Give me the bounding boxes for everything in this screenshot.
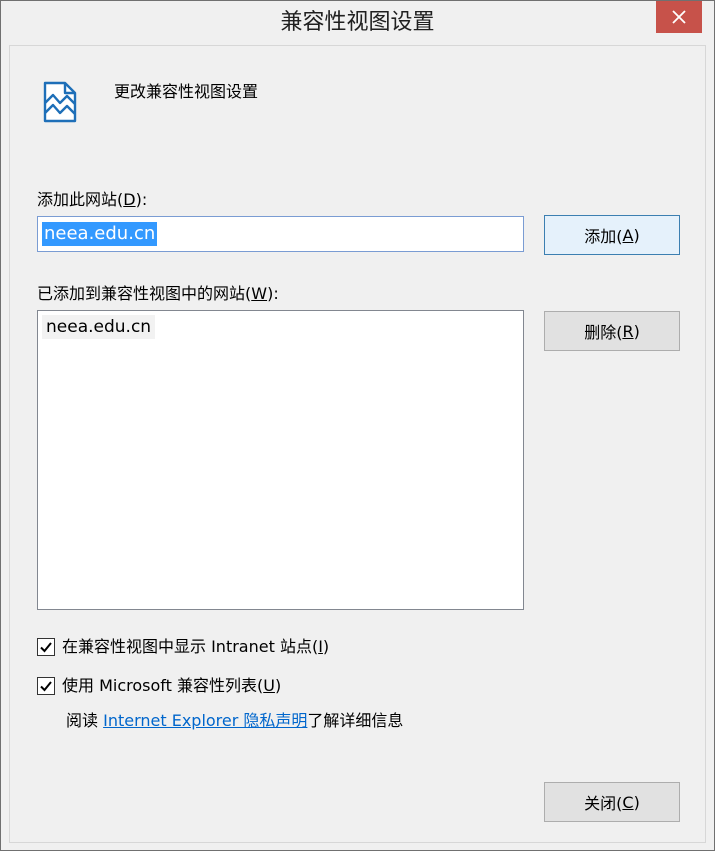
checkmark-icon [40, 642, 52, 653]
header-text: 更改兼容性视图设置 [114, 82, 259, 101]
added-sites-list[interactable]: neea.edu.cn [37, 310, 524, 610]
window-close-button[interactable] [656, 1, 702, 33]
ms-list-option[interactable]: 使用 Microsoft 兼容性列表(U) [37, 675, 281, 697]
dialog-title: 兼容性视图设置 [280, 10, 435, 35]
intranet-option[interactable]: 在兼容性视图中显示 Intranet 站点(I) [37, 636, 329, 658]
ms-list-checkbox[interactable] [37, 677, 55, 695]
list-item[interactable]: neea.edu.cn [42, 315, 156, 339]
add-site-value: neea.edu.cn [42, 222, 158, 246]
checkmark-icon [40, 681, 52, 692]
intranet-label: 在兼容性视图中显示 Intranet 站点(I) [62, 637, 330, 656]
compat-view-dialog: 兼容性视图设置 更改兼容性视图设置 添加此网站(D): neea.edu.cn … [0, 0, 715, 851]
broken-page-icon [41, 81, 79, 125]
remove-button[interactable]: 删除(R) [544, 311, 680, 351]
privacy-statement-link[interactable]: Internet Explorer 隐私声明 [103, 711, 307, 730]
ms-list-label: 使用 Microsoft 兼容性列表(U) [62, 676, 282, 695]
intranet-checkbox[interactable] [37, 638, 55, 656]
add-site-label: 添加此网站(D): [37, 190, 148, 209]
close-dialog-button[interactable]: 关闭(C) [544, 782, 680, 822]
added-sites-label: 已添加到兼容性视图中的网站(W): [37, 284, 279, 303]
privacy-info: 阅读 Internet Explorer 隐私声明了解详细信息 [66, 711, 404, 730]
close-icon [672, 10, 686, 24]
add-site-input[interactable]: neea.edu.cn [37, 216, 524, 252]
title-bar[interactable]: 兼容性视图设置 [1, 1, 714, 45]
add-button[interactable]: 添加(A) [544, 215, 680, 255]
